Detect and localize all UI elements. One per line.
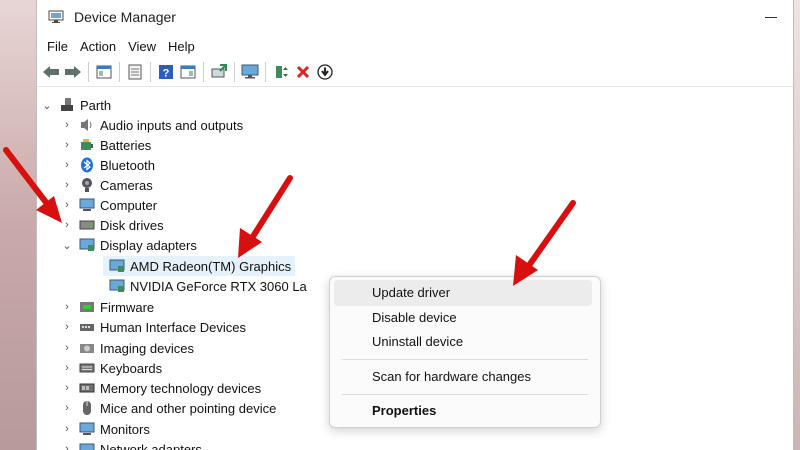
arrow-left-icon (3, 147, 62, 223)
arrow-right-icon (513, 200, 576, 286)
annotation-arrows (3, 147, 576, 286)
arrow-middle-icon (238, 175, 293, 258)
